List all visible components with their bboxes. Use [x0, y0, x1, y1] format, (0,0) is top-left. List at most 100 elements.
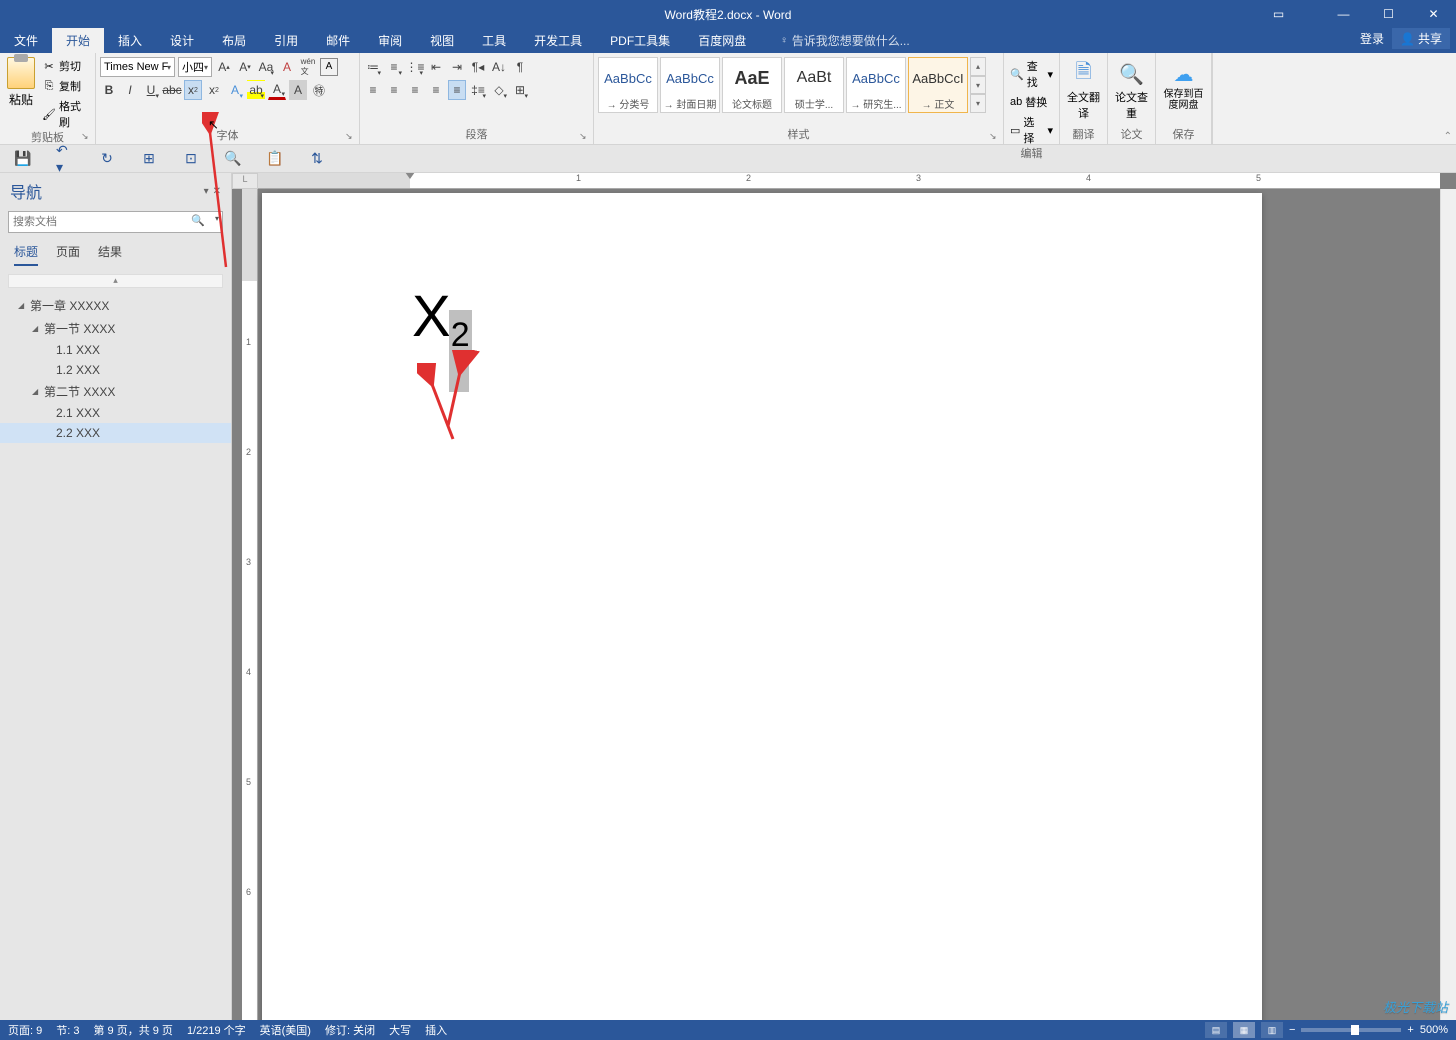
tab-tools[interactable]: 工具	[468, 28, 520, 53]
search-dropdown-icon[interactable]: ▾	[215, 214, 219, 223]
nav-tab-results[interactable]: 结果	[98, 243, 122, 266]
zoom-out-icon[interactable]: −	[1289, 1024, 1295, 1036]
find-button[interactable]: 🔍查找 ▾	[1008, 57, 1055, 91]
tree-item[interactable]: 2.1 XXX	[0, 403, 231, 423]
tab-insert[interactable]: 插入	[104, 28, 156, 53]
decrease-indent-button[interactable]: ⇤	[427, 57, 445, 77]
format-painter-button[interactable]: 🖌格式刷	[40, 97, 91, 131]
style-item[interactable]: AaBbCc→ 研究生...	[846, 57, 906, 113]
vertical-ruler[interactable]: 1 2 3 4 5 6	[242, 189, 258, 1020]
maximize-icon[interactable]: ☐	[1366, 0, 1411, 28]
undo-icon[interactable]: ↶ ▾	[56, 150, 74, 168]
tree-item[interactable]: ◢第二节 XXXX	[0, 380, 231, 403]
strikethrough-button[interactable]: abc	[163, 80, 181, 100]
status-words[interactable]: 1/2219 个字	[187, 1022, 246, 1038]
sort-button[interactable]: A↓	[490, 57, 508, 77]
font-color-button[interactable]: A▾	[268, 80, 286, 100]
tab-mailings[interactable]: 邮件	[312, 28, 364, 53]
view-read-icon[interactable]: ▤	[1205, 1022, 1227, 1038]
qat-icon-5[interactable]: ⇅	[308, 150, 326, 168]
tab-baidu[interactable]: 百度网盘	[684, 28, 760, 53]
nav-tab-headings[interactable]: 标题	[14, 243, 38, 266]
baidu-save-button[interactable]: ☁保存到百度网盘	[1160, 57, 1207, 111]
distribute-button[interactable]: ≡	[448, 80, 466, 100]
tab-review[interactable]: 审阅	[364, 28, 416, 53]
minimize-icon[interactable]: ―	[1321, 0, 1366, 28]
save-icon[interactable]: 💾	[14, 150, 32, 168]
borders-button[interactable]: ⊞▾	[511, 80, 529, 100]
zoom-level[interactable]: 500%	[1420, 1024, 1448, 1036]
zoom-in-icon[interactable]: +	[1407, 1024, 1413, 1036]
search-icon[interactable]: 🔍	[191, 214, 205, 227]
font-launcher-icon[interactable]: ↘	[345, 131, 357, 143]
close-icon[interactable]: ✕	[1411, 0, 1456, 28]
tab-references[interactable]: 引用	[260, 28, 312, 53]
font-size-combo[interactable]: 小四	[178, 57, 212, 77]
status-track[interactable]: 修订: 关闭	[325, 1022, 375, 1038]
style-item[interactable]: AaBbCc→ 分类号	[598, 57, 658, 113]
qat-icon-2[interactable]: ⊡	[182, 150, 200, 168]
tell-me-search[interactable]: 告诉我您想要做什么...	[780, 28, 910, 53]
style-item[interactable]: AaBt硕士学...	[784, 57, 844, 113]
redo-icon[interactable]: ↻	[98, 150, 116, 168]
share-button[interactable]: 👤 共享	[1392, 28, 1450, 49]
tab-developer[interactable]: 开发工具	[520, 28, 596, 53]
horizontal-ruler[interactable]: 1 2 3 4 5	[258, 173, 1440, 189]
status-section[interactable]: 节: 3	[56, 1022, 79, 1038]
nav-close-icon[interactable]: ✕	[213, 186, 221, 197]
view-web-icon[interactable]: ▥	[1261, 1022, 1283, 1038]
increase-indent-button[interactable]: ⇥	[448, 57, 466, 77]
tab-pdf[interactable]: PDF工具集	[596, 28, 684, 53]
thesis-check-button[interactable]: 🔍论文查重	[1112, 57, 1151, 121]
tree-item[interactable]: 1.2 XXX	[0, 360, 231, 380]
style-item[interactable]: AaE论文标题	[722, 57, 782, 113]
full-translate-button[interactable]: 🗎全文翻译	[1064, 57, 1103, 121]
align-right-button[interactable]: ≡	[406, 80, 424, 100]
vertical-scrollbar[interactable]	[1440, 189, 1456, 1020]
cut-button[interactable]: ✂剪切	[40, 57, 91, 75]
style-scroll-down-icon[interactable]: ▾	[970, 76, 986, 95]
tree-item[interactable]: ◢第一节 XXXX	[0, 317, 231, 340]
tab-design[interactable]: 设计	[156, 28, 208, 53]
shading-button[interactable]: ◇▾	[490, 80, 508, 100]
clear-format-button[interactable]: A	[278, 57, 296, 77]
status-page[interactable]: 页面: 9	[8, 1022, 42, 1038]
tree-item[interactable]: 2.2 XXX	[0, 423, 231, 443]
italic-button[interactable]: I	[121, 80, 139, 100]
highlight-button[interactable]: ab▾	[247, 80, 265, 100]
align-left-button[interactable]: ≡	[364, 80, 382, 100]
nav-dropdown-icon[interactable]: ▾	[204, 186, 209, 197]
styles-launcher-icon[interactable]: ↘	[989, 131, 1001, 143]
underline-button[interactable]: U▾	[142, 80, 160, 100]
enclose-char-button[interactable]: ㊕	[310, 80, 328, 100]
status-pages[interactable]: 第 9 页，共 9 页	[93, 1022, 172, 1038]
copy-button[interactable]: ⎘复制	[40, 77, 91, 95]
qat-icon-1[interactable]: ⊞	[140, 150, 158, 168]
nav-tab-pages[interactable]: 页面	[56, 243, 80, 266]
style-expand-icon[interactable]: ▾	[970, 94, 986, 113]
nav-jump-bar[interactable]: ▴	[8, 274, 223, 288]
ltr-button[interactable]: ¶◂	[469, 57, 487, 77]
select-button[interactable]: ▭选择 ▾	[1008, 113, 1055, 147]
style-gallery[interactable]: AaBbCc→ 分类号 AaBbCc→ 封面日期 AaE论文标题 AaBt硕士学…	[598, 57, 999, 113]
tab-home[interactable]: 开始	[52, 28, 104, 53]
multilevel-button[interactable]: ⋮≡▾	[406, 57, 424, 77]
replace-button[interactable]: ab替换	[1008, 93, 1049, 111]
line-spacing-button[interactable]: ‡≡▾	[469, 80, 487, 100]
status-insert[interactable]: 插入	[425, 1022, 447, 1038]
tree-item[interactable]: 1.1 XXX	[0, 340, 231, 360]
login-link[interactable]: 登录	[1360, 30, 1384, 47]
paragraph-launcher-icon[interactable]: ↘	[579, 131, 591, 143]
grow-font-button[interactable]: A▴	[215, 57, 233, 77]
char-shading-button[interactable]: A	[289, 80, 307, 100]
zoom-slider[interactable]	[1301, 1028, 1401, 1032]
collapse-ribbon-icon[interactable]: ⌃	[1444, 131, 1452, 142]
align-center-button[interactable]: ≡	[385, 80, 403, 100]
style-item[interactable]: AaBbCcI→ 正文	[908, 57, 968, 113]
char-border-button[interactable]: A	[320, 58, 338, 76]
change-case-button[interactable]: Aa▾	[257, 57, 275, 77]
tab-view[interactable]: 视图	[416, 28, 468, 53]
status-language[interactable]: 英语(美国)	[260, 1022, 311, 1038]
tree-item[interactable]: ◢第一章 XXXXX	[0, 294, 231, 317]
font-name-combo[interactable]: Times New F	[100, 57, 175, 77]
